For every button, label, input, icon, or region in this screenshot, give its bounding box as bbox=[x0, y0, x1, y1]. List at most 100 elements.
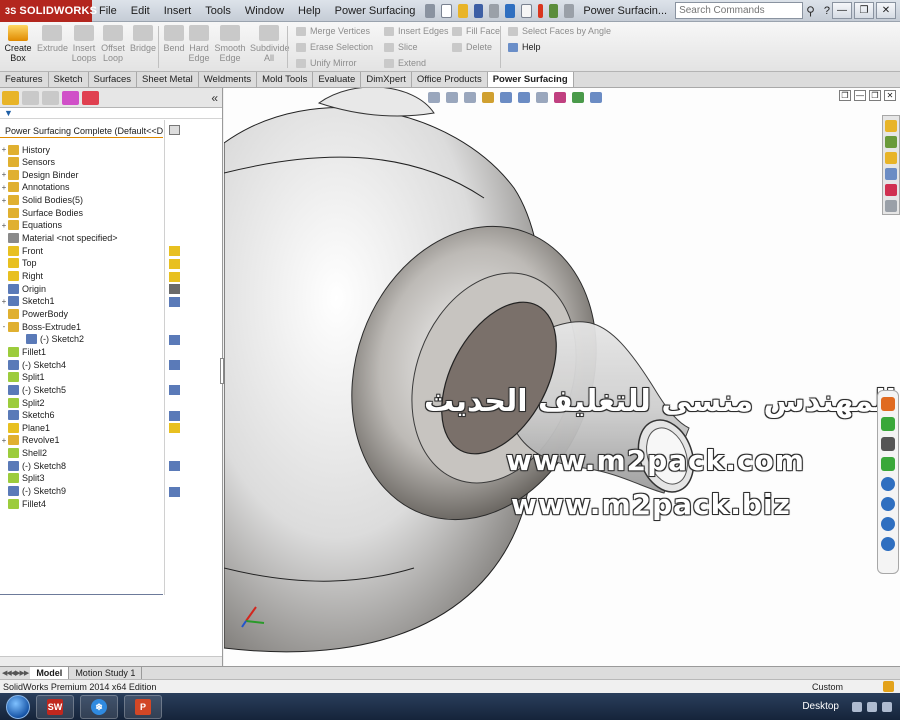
ribbon-erase-selection-button[interactable]: Erase Selection bbox=[296, 42, 373, 52]
monitor-icon[interactable] bbox=[881, 457, 895, 471]
viewport-minimize-icon[interactable]: — bbox=[854, 90, 866, 101]
tree-node[interactable]: Split2 bbox=[0, 396, 163, 409]
back-arrow-icon[interactable] bbox=[881, 397, 895, 411]
ribbon-insert-loops-button[interactable]: Insert Loops bbox=[71, 25, 97, 63]
tab-scroll-arrows[interactable]: ◀◀◀▶▶▶ bbox=[0, 669, 30, 677]
tree-node[interactable]: - Boss-Extrude1 bbox=[0, 320, 163, 333]
ribbon-extrude-button[interactable]: Extrude bbox=[37, 25, 68, 53]
view-palette-icon[interactable] bbox=[885, 168, 897, 180]
menu-file[interactable]: File bbox=[92, 0, 124, 22]
view-settings-icon[interactable] bbox=[590, 92, 602, 103]
tab-dimxpert[interactable]: DimXpert bbox=[361, 72, 412, 87]
tree-expander[interactable]: + bbox=[0, 183, 8, 192]
ribbon-select-faces-by-angle-button[interactable]: Select Faces by Angle bbox=[508, 26, 611, 36]
section-view-icon[interactable] bbox=[482, 92, 494, 103]
ribbon-extend-button[interactable]: Extend bbox=[384, 58, 426, 68]
menu-power-surfacing[interactable]: Power Surfacing bbox=[328, 0, 423, 22]
ribbon-subdivide-all-button[interactable]: Subdivide All bbox=[250, 25, 290, 63]
appearances-icon[interactable] bbox=[885, 184, 897, 196]
file-properties-icon[interactable] bbox=[548, 3, 559, 18]
tab-surfaces[interactable]: Surfaces bbox=[89, 72, 138, 87]
search-icon[interactable]: ⚲ bbox=[806, 4, 815, 18]
taskbar-snowflake-app[interactable]: ❄ bbox=[80, 694, 118, 719]
tree-node[interactable]: (-) Sketch9 bbox=[0, 485, 163, 498]
menu-insert[interactable]: Insert bbox=[157, 0, 199, 22]
tree-node[interactable]: + Sketch1 bbox=[0, 295, 163, 308]
tab-sketch[interactable]: Sketch bbox=[49, 72, 89, 87]
zoom-to-fit-icon[interactable] bbox=[428, 92, 440, 103]
select-arrow-icon[interactable] bbox=[521, 3, 532, 18]
save-icon[interactable] bbox=[473, 3, 484, 18]
viewport-restore-icon[interactable]: ❐ bbox=[839, 90, 851, 101]
solidworks-resources-icon[interactable] bbox=[885, 120, 897, 132]
tree-expander[interactable]: + bbox=[0, 221, 8, 230]
minimize-button[interactable]: — bbox=[832, 2, 852, 19]
tree-node[interactable]: + Equations bbox=[0, 219, 163, 232]
ribbon-bend-button[interactable]: Bend bbox=[163, 25, 185, 53]
tree-node[interactable]: Fillet4 bbox=[0, 497, 163, 510]
menu-tools[interactable]: Tools bbox=[198, 0, 238, 22]
tree-node[interactable]: + Design Binder bbox=[0, 168, 163, 181]
scroll-thumb-icon[interactable] bbox=[169, 125, 180, 135]
file-explorer-icon[interactable] bbox=[885, 152, 897, 164]
feature-manager-tab-icon[interactable] bbox=[2, 90, 19, 105]
pushpin-icon[interactable] bbox=[425, 3, 436, 18]
tree-root[interactable]: Power Surfacing Complete (Default<<D bbox=[0, 124, 163, 137]
status-units[interactable]: Custom bbox=[812, 682, 843, 692]
tab-office-products[interactable]: Office Products bbox=[412, 72, 488, 87]
tray-desktop-label[interactable]: Desktop bbox=[802, 701, 839, 712]
tree-node[interactable]: + History bbox=[0, 143, 163, 156]
tab-sheet-metal[interactable]: Sheet Metal bbox=[137, 72, 199, 87]
restore-button[interactable]: ❐ bbox=[854, 2, 874, 19]
configuration-manager-tab-icon[interactable] bbox=[42, 90, 59, 105]
ribbon-help-button[interactable]: Help bbox=[508, 42, 541, 52]
tab-mold-tools[interactable]: Mold Tools bbox=[257, 72, 314, 87]
ribbon-offset-loop-button[interactable]: Offset Loop bbox=[100, 25, 126, 63]
tree-node[interactable]: Sketch6 bbox=[0, 409, 163, 422]
collapse-panel-button[interactable]: « bbox=[211, 91, 218, 105]
custom-properties-icon[interactable] bbox=[885, 200, 897, 212]
tree-node[interactable]: Material <not specified> bbox=[0, 232, 163, 245]
tree-node[interactable]: (-) Sketch2 bbox=[0, 333, 163, 346]
tab-features[interactable]: Features bbox=[0, 72, 49, 87]
tree-filter[interactable]: ▼ bbox=[0, 108, 222, 119]
solidworks-logo[interactable]: 3S SOLIDWORKS bbox=[0, 0, 97, 22]
close-button[interactable]: ✕ bbox=[876, 2, 896, 19]
tree-node[interactable]: + Annotations bbox=[0, 181, 163, 194]
tree-expander[interactable]: + bbox=[0, 436, 8, 445]
display-manager-tab-icon[interactable] bbox=[82, 90, 99, 105]
menu-help[interactable]: Help bbox=[291, 0, 328, 22]
tree-node[interactable]: Origin bbox=[0, 282, 163, 295]
panel-horizontal-scrollbar[interactable] bbox=[0, 656, 222, 666]
tree-node[interactable]: + Solid Bodies(5) bbox=[0, 194, 163, 207]
tree-node[interactable]: Right bbox=[0, 270, 163, 283]
menu-window[interactable]: Window bbox=[238, 0, 291, 22]
dimxpert-tab-icon[interactable] bbox=[62, 90, 79, 105]
tray-volume-icon[interactable] bbox=[867, 701, 877, 712]
apply-scene-icon[interactable] bbox=[572, 92, 584, 103]
tree-expander[interactable]: + bbox=[0, 297, 8, 306]
tray-action-icon[interactable] bbox=[882, 701, 892, 712]
tree-node[interactable]: PowerBody bbox=[0, 307, 163, 320]
tree-node[interactable]: Split1 bbox=[0, 371, 163, 384]
ribbon-smooth-edge-button[interactable]: Smooth Edge bbox=[214, 25, 246, 63]
camera-icon[interactable] bbox=[881, 437, 895, 451]
design-library-icon[interactable] bbox=[885, 136, 897, 148]
tab-power-surfacing[interactable]: Power Surfacing bbox=[487, 72, 574, 87]
taskbar-solidworks[interactable]: SW bbox=[36, 694, 74, 719]
taskbar-powerpoint[interactable]: P bbox=[124, 694, 162, 719]
tree-node[interactable]: (-) Sketch8 bbox=[0, 459, 163, 472]
tree-node[interactable]: Sensors bbox=[0, 156, 163, 169]
tree-node[interactable]: Surface Bodies bbox=[0, 206, 163, 219]
tab-model[interactable]: Model bbox=[30, 667, 70, 679]
new-document-icon[interactable] bbox=[441, 3, 452, 18]
ribbon-unify-mirror-button[interactable]: Unify Mirror bbox=[296, 58, 357, 68]
zoom-to-area-icon[interactable] bbox=[446, 92, 458, 103]
tree-node[interactable]: Top bbox=[0, 257, 163, 270]
graphics-area[interactable]: ❐ — ❐ ✕ شركة المهندس منسى للتغليف الحديث… bbox=[224, 88, 900, 666]
ribbon-fill-face-button[interactable]: Fill Face bbox=[452, 26, 500, 36]
tray-network-icon[interactable] bbox=[852, 701, 862, 712]
tree-expander[interactable]: - bbox=[0, 322, 8, 331]
tree-node[interactable]: Split3 bbox=[0, 472, 163, 485]
ribbon-insert-edges-button[interactable]: Insert Edges bbox=[384, 26, 449, 36]
